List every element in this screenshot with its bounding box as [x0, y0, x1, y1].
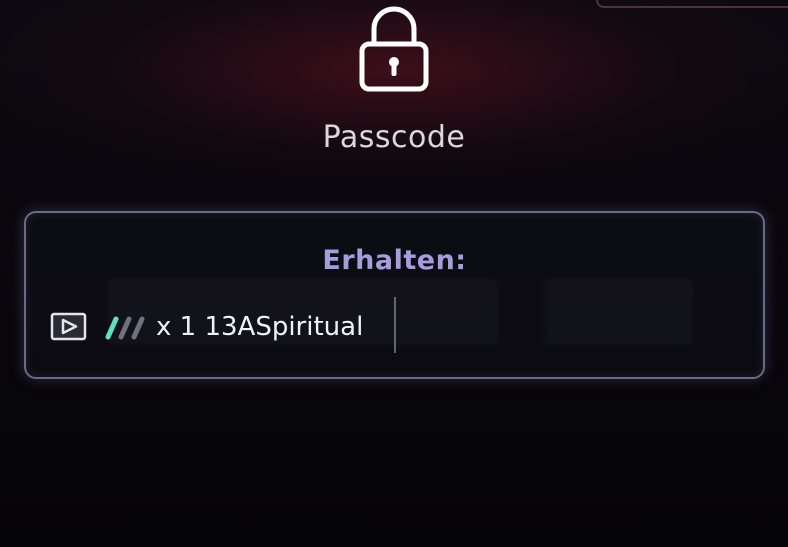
reward-header: Erhalten:: [322, 245, 467, 276]
top-right-frame: [596, 0, 788, 8]
game-screen: Passcode Erhalten: x 1 13ASpiritual: [0, 0, 788, 547]
reward-item: x 1 13ASpiritual: [50, 307, 363, 347]
slash-marks-icon: [105, 316, 145, 340]
text-cursor: [394, 297, 396, 353]
page-title: Passcode: [322, 120, 466, 155]
lock-icon: [359, 6, 429, 92]
video-icon: [50, 312, 87, 341]
reward-panel: Erhalten: x 1 13ASpiritual: [24, 211, 765, 379]
reward-text: x 1 13ASpiritual: [156, 312, 364, 342]
